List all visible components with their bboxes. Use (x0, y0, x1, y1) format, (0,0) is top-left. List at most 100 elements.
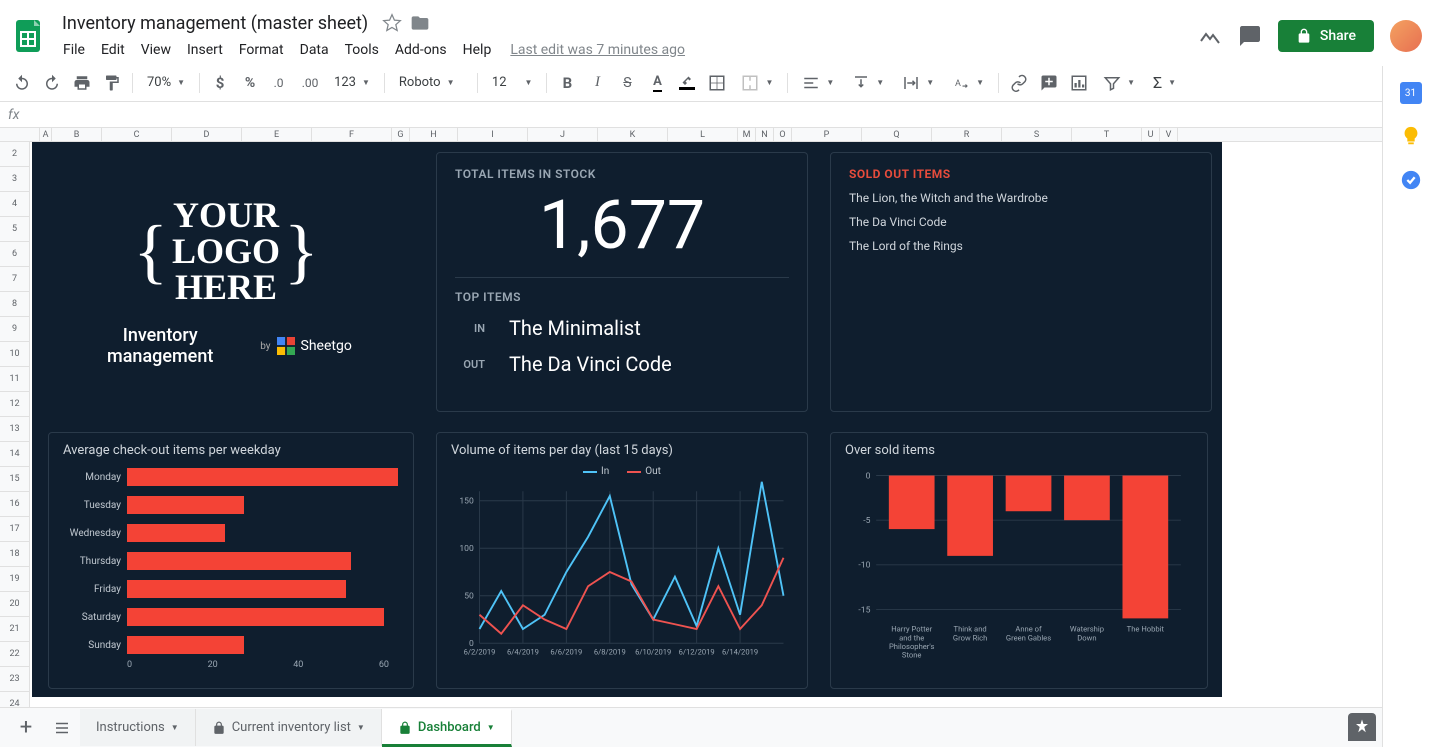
col-header[interactable]: F (312, 128, 392, 141)
row-header[interactable]: 16 (0, 492, 29, 517)
folder-move-icon[interactable] (410, 13, 430, 33)
menu-edit[interactable]: Edit (94, 38, 132, 62)
menu-insert[interactable]: Insert (180, 38, 230, 62)
v-align-button[interactable]: ▼ (844, 70, 892, 96)
borders-button[interactable] (703, 69, 731, 97)
currency-button[interactable]: $ (206, 69, 234, 97)
col-header[interactable]: N (756, 128, 774, 141)
row-header[interactable]: 23 (0, 667, 29, 692)
user-avatar[interactable] (1390, 20, 1422, 52)
col-header[interactable]: Q (862, 128, 932, 141)
font-size-select[interactable]: 12▼ (484, 71, 541, 94)
text-color-button[interactable]: A (643, 69, 671, 97)
col-header[interactable]: B (52, 128, 102, 141)
select-all-corner[interactable] (0, 128, 40, 141)
paint-format-button[interactable] (98, 69, 126, 97)
add-sheet-button[interactable]: + (8, 710, 44, 746)
col-header[interactable]: S (1002, 128, 1072, 141)
activity-icon[interactable] (1198, 24, 1222, 48)
formula-input[interactable] (31, 107, 1430, 122)
more-formats-select[interactable]: 123▼ (326, 71, 378, 94)
col-header[interactable]: R (932, 128, 1002, 141)
row-header[interactable]: 17 (0, 517, 29, 542)
menu-file[interactable]: File (56, 38, 92, 62)
row-header[interactable]: 11 (0, 367, 29, 392)
print-button[interactable] (68, 69, 96, 97)
all-sheets-button[interactable] (44, 710, 80, 746)
row-header[interactable]: 5 (0, 217, 29, 242)
calendar-addon-icon[interactable]: 31 (1400, 82, 1422, 104)
keep-addon-icon[interactable] (1399, 124, 1423, 148)
col-header[interactable]: V (1160, 128, 1178, 141)
row-header[interactable]: 4 (0, 192, 29, 217)
col-header[interactable]: T (1072, 128, 1142, 141)
italic-button[interactable]: I (583, 69, 611, 97)
increase-decimal-button[interactable]: .00 (296, 69, 324, 97)
col-header[interactable]: M (738, 128, 756, 141)
col-header[interactable]: O (774, 128, 792, 141)
font-select[interactable]: Roboto▼ (391, 71, 471, 94)
filter-button[interactable]: ▼ (1095, 70, 1143, 96)
sheet-tab[interactable]: Current inventory list▼ (196, 709, 382, 746)
row-header[interactable]: 12 (0, 392, 29, 417)
col-header[interactable]: K (598, 128, 668, 141)
row-header[interactable]: 7 (0, 267, 29, 292)
row-header[interactable]: 15 (0, 467, 29, 492)
redo-button[interactable] (38, 69, 66, 97)
last-edit-link[interactable]: Last edit was 7 minutes ago (510, 42, 685, 58)
sheet-tab[interactable]: Dashboard▼ (382, 709, 512, 747)
col-header[interactable]: G (392, 128, 410, 141)
col-header[interactable]: A (40, 128, 52, 141)
undo-button[interactable] (8, 69, 36, 97)
insert-chart-button[interactable] (1065, 69, 1093, 97)
strikethrough-button[interactable]: S (613, 69, 641, 97)
col-header[interactable]: H (410, 128, 458, 141)
insert-link-button[interactable] (1005, 69, 1033, 97)
fill-color-button[interactable] (673, 69, 701, 97)
h-align-button[interactable]: ▼ (794, 70, 842, 96)
col-header[interactable]: U (1142, 128, 1160, 141)
menu-view[interactable]: View (134, 38, 178, 62)
col-header[interactable]: J (528, 128, 598, 141)
col-header[interactable]: E (242, 128, 312, 141)
row-header[interactable]: 10 (0, 342, 29, 367)
col-header[interactable]: L (668, 128, 738, 141)
merge-cells-button[interactable]: ▼ (733, 70, 781, 96)
row-header[interactable]: 21 (0, 617, 29, 642)
zoom-select[interactable]: 70%▼ (139, 71, 193, 94)
chevron-down-icon[interactable]: ▼ (357, 723, 365, 732)
explore-button[interactable] (1348, 713, 1376, 741)
text-wrap-button[interactable]: ▼ (894, 70, 942, 96)
row-header[interactable]: 8 (0, 292, 29, 317)
bold-button[interactable]: B (553, 69, 581, 97)
chevron-down-icon[interactable]: ▼ (171, 723, 179, 732)
row-header[interactable]: 19 (0, 567, 29, 592)
share-button[interactable]: Share (1278, 20, 1374, 52)
row-header[interactable]: 18 (0, 542, 29, 567)
col-header[interactable]: I (458, 128, 528, 141)
row-header[interactable]: 9 (0, 317, 29, 342)
percent-button[interactable]: % (236, 69, 264, 97)
tasks-addon-icon[interactable] (1399, 168, 1423, 192)
menu-data[interactable]: Data (293, 38, 336, 62)
text-rotation-button[interactable]: A▼ (944, 70, 992, 96)
row-header[interactable]: 3 (0, 167, 29, 192)
star-icon[interactable] (382, 13, 402, 33)
doc-title[interactable]: Inventory management (master sheet) (56, 11, 374, 36)
comments-icon[interactable] (1238, 24, 1262, 48)
sheets-logo-icon[interactable] (8, 16, 48, 56)
row-header[interactable]: 2 (0, 142, 29, 167)
row-header[interactable]: 20 (0, 592, 29, 617)
functions-button[interactable]: Σ▼ (1145, 69, 1184, 96)
row-header[interactable]: 14 (0, 442, 29, 467)
menu-format[interactable]: Format (232, 38, 291, 62)
menu-addons[interactable]: Add-ons (388, 38, 454, 62)
chevron-down-icon[interactable]: ▼ (487, 723, 495, 732)
row-header[interactable]: 6 (0, 242, 29, 267)
sheet-tab[interactable]: Instructions▼ (80, 709, 196, 746)
row-header[interactable]: 24 (0, 692, 29, 707)
decrease-decimal-button[interactable]: .0 (266, 69, 294, 97)
col-header[interactable]: C (102, 128, 172, 141)
col-header[interactable]: P (792, 128, 862, 141)
menu-tools[interactable]: Tools (338, 38, 386, 62)
